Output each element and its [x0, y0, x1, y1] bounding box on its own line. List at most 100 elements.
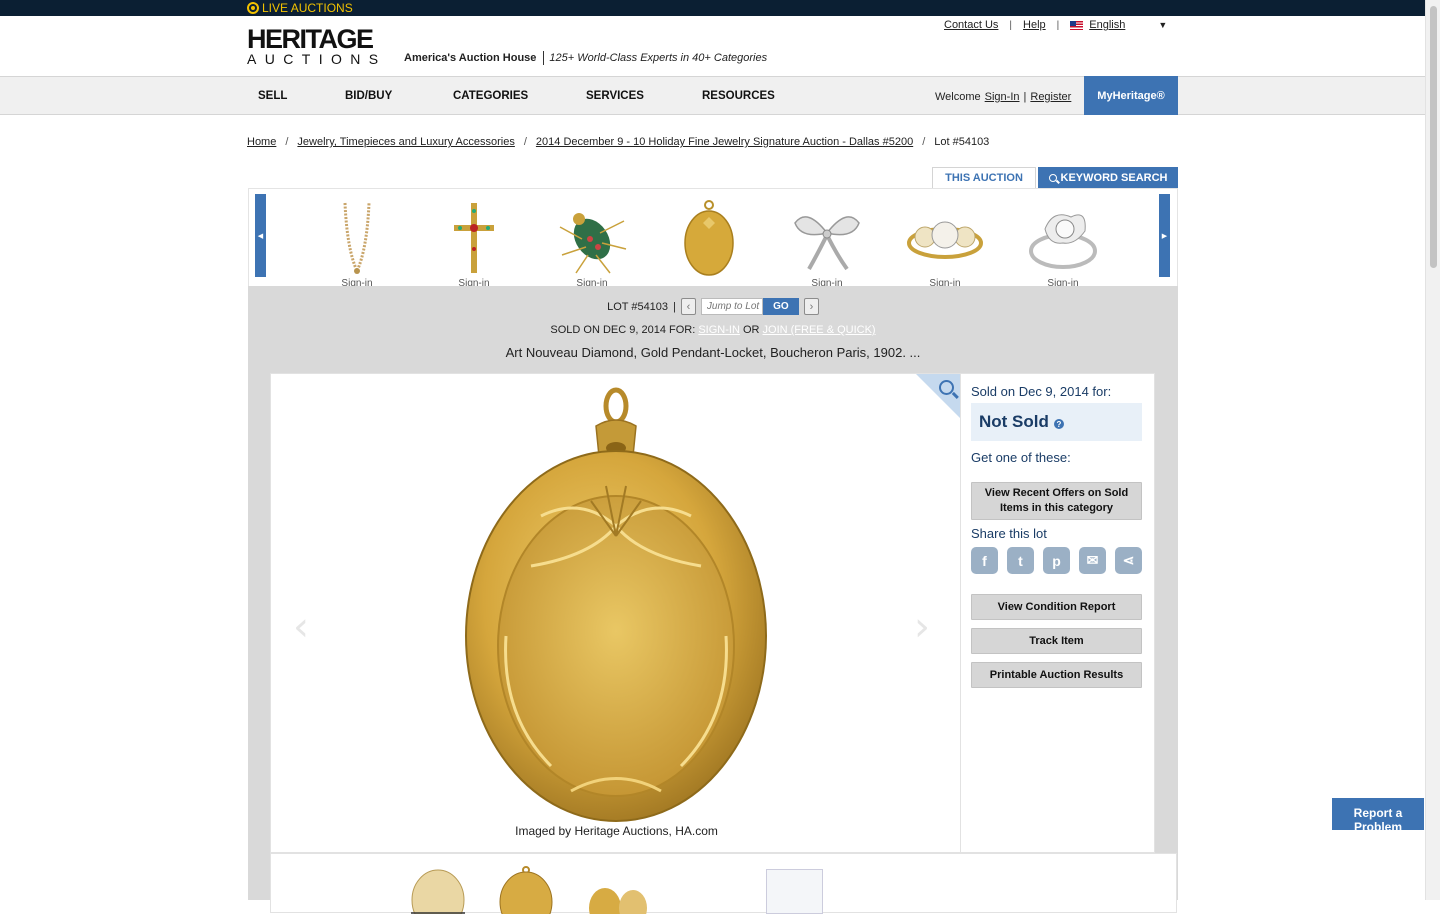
oval-locket-thumbnail-icon: [684, 200, 734, 276]
nav-services[interactable]: SERVICES: [586, 90, 644, 102]
track-item-button[interactable]: Track Item: [971, 628, 1142, 654]
carousel-caption: Sign-in: [341, 278, 373, 286]
sold-on-label: Sold on Dec 9, 2014 for:: [971, 384, 1112, 399]
pearl-ring-thumbnail-icon: [907, 221, 983, 259]
bow-brooch-thumbnail-icon: [794, 216, 860, 271]
sold-sign-in-link[interactable]: SIGN-IN: [698, 324, 740, 336]
carousel-item[interactable]: Sign-in: [1021, 199, 1105, 286]
sign-in-link[interactable]: Sign-In: [985, 91, 1020, 103]
help-icon[interactable]: ?: [1053, 419, 1064, 429]
search-icon: [1048, 173, 1057, 182]
breadcrumb-category[interactable]: Jewelry, Timepieces and Luxury Accessori…: [297, 136, 514, 148]
price-status: Not Sold ?: [971, 403, 1142, 441]
nav-categories[interactable]: CATEGORIES: [453, 90, 528, 102]
image-next-arrow[interactable]: ›: [914, 604, 930, 650]
breadcrumb-separator: /: [922, 136, 926, 148]
main-nav: SELL BID/BUY CATEGORIES SERVICES RESOURC…: [0, 76, 1425, 115]
pinterest-icon[interactable]: p: [1043, 547, 1070, 574]
image-panel: ‹ › Imaged by Heritage Auctions, HA.com: [270, 373, 961, 853]
next-lot-button[interactable]: ›: [803, 298, 819, 315]
facebook-icon[interactable]: f: [971, 547, 998, 574]
lot-detail-area: LOT #54103 | ‹ GO › SOLD ON DEC 9, 2014 …: [248, 286, 1178, 914]
chevron-right-icon: ›: [809, 300, 814, 313]
tagline-bold: America's Auction House: [404, 52, 537, 64]
carousel-caption: Sign-in: [929, 278, 961, 286]
carousel-caption: Sign-in: [811, 278, 843, 286]
printable-results-button[interactable]: Printable Auction Results: [971, 662, 1142, 688]
view-recent-offers-button[interactable]: View Recent Offers on Sold Items in this…: [971, 482, 1142, 520]
report-problem-button[interactable]: Report a Problem: [1332, 798, 1424, 830]
carousel-item[interactable]: [667, 199, 751, 286]
chevron-down-icon[interactable]: ▼: [1158, 20, 1167, 30]
welcome-text: Welcome: [935, 91, 981, 103]
carousel-item[interactable]: Sign-in: [785, 199, 869, 286]
live-auctions-label: LIVE AUCTIONS: [262, 1, 353, 15]
register-link[interactable]: Register: [1030, 91, 1071, 103]
breadcrumb-auction[interactable]: 2014 December 9 - 10 Holiday Fine Jewelr…: [536, 136, 913, 148]
zoom-corner: [916, 374, 960, 418]
carousel-item[interactable]: Sign-in: [903, 199, 987, 286]
jump-to-lot-input[interactable]: [700, 298, 763, 315]
image-prev-arrow[interactable]: ‹: [293, 604, 309, 650]
vertical-scrollbar[interactable]: [1425, 0, 1440, 900]
insect-brooch-thumbnail-icon: [559, 213, 627, 274]
carousel-prev-button[interactable]: ◀: [255, 194, 266, 277]
us-flag-icon: [1070, 20, 1084, 30]
email-icon[interactable]: ✉: [1079, 547, 1106, 574]
tab-this-auction[interactable]: THIS AUCTION: [932, 167, 1036, 188]
breadcrumb-separator: /: [285, 136, 289, 148]
necklace-thumbnail-icon: [343, 202, 371, 275]
carousel-item[interactable]: Sign-in: [550, 199, 634, 286]
chevron-left-icon: ‹: [686, 300, 691, 313]
link-separator: |: [1023, 91, 1027, 103]
sold-prefix: SOLD ON DEC 9, 2014 FOR:: [550, 324, 696, 336]
thumbnail-strip: [270, 853, 1177, 914]
certificate-thumbnail[interactable]: [766, 869, 823, 914]
locket-thumbnail-front[interactable]: [497, 866, 555, 914]
nav-bid-buy[interactable]: BID/BUY: [345, 90, 392, 102]
share-label: Share this lot: [971, 526, 1047, 541]
image-caption: Imaged by Heritage Auctions, HA.com: [515, 824, 718, 838]
keyword-search-label: KEYWORD SEARCH: [1060, 171, 1168, 184]
go-button[interactable]: GO: [762, 298, 799, 315]
carousel-next-button[interactable]: ▶: [1159, 194, 1170, 277]
carousel-item[interactable]: Sign-in: [315, 199, 399, 286]
carousel-caption: Sign-in: [458, 278, 490, 286]
live-auctions-link[interactable]: LIVE AUCTIONS: [247, 1, 353, 15]
tagline-italic: 125+ World-Class Experts in 40+ Categori…: [549, 52, 768, 64]
join-link[interactable]: JOIN (FREE & QUICK): [763, 324, 876, 336]
link-separator: |: [1056, 19, 1060, 31]
heritage-logo[interactable]: HERITAGE AUCTIONS: [247, 26, 399, 67]
locket-main-image[interactable]: [461, 386, 771, 826]
scrollbar-thumb[interactable]: [1430, 6, 1437, 268]
lot-separator: |: [673, 300, 676, 313]
twitter-icon[interactable]: t: [1007, 547, 1034, 574]
carousel-item[interactable]: Sign-in: [432, 199, 516, 286]
share-buttons: f t p ✉ ⋖: [971, 547, 1142, 574]
nav-sell[interactable]: SELL: [258, 90, 287, 102]
share-icon[interactable]: ⋖: [1115, 547, 1142, 574]
link-separator: |: [1009, 19, 1013, 31]
welcome-area: Welcome Sign-In | Register: [935, 91, 1071, 103]
zoom-icon[interactable]: [939, 380, 954, 395]
help-link[interactable]: Help: [1023, 19, 1046, 31]
view-condition-report-button[interactable]: View Condition Report: [971, 594, 1142, 620]
contact-us-link[interactable]: Contact Us: [944, 19, 998, 31]
nav-resources[interactable]: RESOURCES: [702, 90, 775, 102]
carousel-caption: Sign-in: [1047, 278, 1079, 286]
tab-keyword-search[interactable]: KEYWORD SEARCH: [1038, 167, 1178, 188]
utility-links: Contact Us | Help | English ▼: [944, 19, 1167, 31]
breadcrumb-home[interactable]: Home: [247, 136, 276, 148]
locket-thumbnail-open[interactable]: [587, 878, 647, 914]
tagline-divider: [543, 51, 545, 65]
locket-thumbnail-back[interactable]: [409, 866, 467, 914]
diamond-ring-thumbnail-icon: [1029, 214, 1097, 269]
myheritage-button[interactable]: MyHeritage®: [1084, 76, 1178, 115]
carousel-caption: Sign-in: [576, 278, 608, 286]
breadcrumb-separator: /: [523, 136, 527, 148]
language-selector[interactable]: English: [1089, 19, 1125, 31]
lot-side-panel: Sold on Dec 9, 2014 for: Not Sold ? Get …: [961, 373, 1155, 853]
logo-subline: AUCTIONS: [247, 51, 387, 67]
live-icon: [247, 2, 259, 14]
prev-lot-button[interactable]: ‹: [680, 298, 696, 315]
